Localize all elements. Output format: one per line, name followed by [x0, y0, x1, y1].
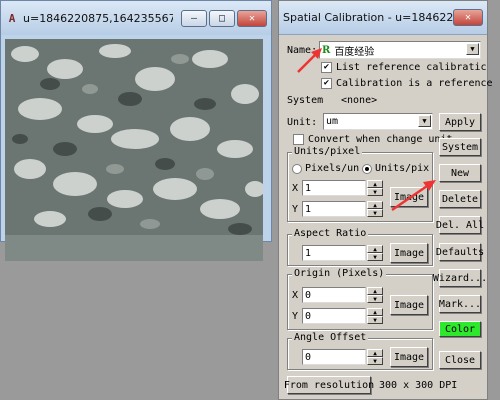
units-image-button[interactable]: Image	[390, 187, 428, 207]
convert-checkbox[interactable]	[293, 134, 304, 145]
origin-x-label: X	[292, 290, 299, 301]
dialog-title: Spatial Calibration - u=184622…	[283, 11, 453, 24]
units-per-pixel-radio[interactable]	[362, 163, 372, 174]
system-value: <none>	[341, 95, 378, 106]
angle-offset-group-title: Angle Offset	[292, 332, 369, 343]
calibration-reference-checkbox[interactable]: ✔	[321, 78, 332, 89]
angle-offset-input[interactable]: 0	[302, 349, 366, 365]
unit-value: um	[326, 116, 339, 127]
calibration-reference-label: Calibration is a reference	[336, 78, 493, 89]
delete-button[interactable]: Delete	[439, 190, 481, 208]
origin-y-label: Y	[292, 311, 299, 322]
name-value: 百度经验	[334, 46, 375, 58]
name-dropdown[interactable]: R 百度经验 ▼	[319, 41, 481, 59]
origin-group-title: Origin (Pixels)	[292, 268, 387, 279]
system-label: System	[287, 95, 324, 106]
image-window-title: u=1846220875,1642355671&f…	[23, 11, 173, 25]
x-label: X	[292, 183, 299, 194]
dialog-close-button[interactable]: ✕	[453, 9, 483, 26]
aspect-ratio-group: Aspect Ratio 1 ▲ ▼ Image	[287, 228, 433, 266]
origin-y-input[interactable]: 0	[302, 308, 366, 324]
aspect-ratio-stepper[interactable]: ▲ ▼	[367, 245, 383, 261]
app-icon: A	[8, 11, 16, 25]
x-scale-stepper[interactable]: ▲ ▼	[367, 180, 383, 196]
chevron-down-icon: ▼	[466, 43, 479, 55]
unit-label: Unit:	[287, 117, 318, 128]
micrograph-image[interactable]	[5, 39, 263, 261]
color-button[interactable]: Color	[439, 321, 481, 337]
dialog-titlebar[interactable]: Spatial Calibration - u=184622… ✕	[279, 1, 487, 35]
units-pixel-group-title: Units/pixel	[292, 146, 363, 157]
convert-label: Convert when change unit	[308, 134, 453, 145]
from-resolution-button[interactable]: From resolution	[284, 376, 374, 394]
r-logo-icon: R	[322, 44, 331, 56]
dpi-readout: 300 x 300 DPI	[379, 380, 458, 391]
angle-offset-stepper[interactable]: ▲ ▼	[367, 349, 383, 365]
list-reference-checkbox-row[interactable]: ✔ List reference calibratic	[321, 62, 487, 73]
close-button[interactable]: ✕	[237, 9, 267, 27]
micrograph-texture	[5, 39, 263, 235]
apply-button[interactable]: Apply	[439, 113, 481, 131]
defaults-button[interactable]: Defaults	[436, 243, 484, 261]
pixels-per-unit-label: Pixels/un	[305, 163, 360, 174]
close-dialog-button[interactable]: Close	[439, 351, 481, 369]
origin-x-stepper[interactable]: ▲ ▼	[367, 287, 383, 303]
aspect-ratio-group-title: Aspect Ratio	[292, 228, 369, 239]
image-window-titlebar[interactable]: A u=1846220875,1642355671&f… — □ ✕	[1, 1, 271, 35]
pixels-per-unit-radio-row[interactable]: Pixels/un	[292, 163, 359, 174]
calibration-reference-checkbox-row[interactable]: ✔ Calibration is a reference	[321, 78, 493, 89]
convert-checkbox-row[interactable]: Convert when change unit	[293, 134, 453, 145]
image-window: A u=1846220875,1642355671&f… — □ ✕	[0, 0, 272, 261]
spatial-calibration-dialog: Spatial Calibration - u=184622… ✕ Name: …	[278, 0, 493, 400]
aspect-image-button[interactable]: Image	[390, 243, 428, 263]
name-label: Name:	[287, 45, 318, 56]
units-per-pixel-label: Units/pix	[375, 163, 430, 174]
system-button[interactable]: System	[439, 138, 481, 156]
origin-y-stepper[interactable]: ▲ ▼	[367, 308, 383, 324]
y-scale-stepper[interactable]: ▲ ▼	[367, 201, 383, 217]
units-per-pixel-radio-row[interactable]: Units/pix	[362, 163, 429, 174]
aspect-ratio-input[interactable]: 1	[302, 245, 366, 261]
y-label: Y	[292, 204, 299, 215]
unit-dropdown[interactable]: um ▼	[323, 113, 433, 130]
chevron-down-icon: ▼	[418, 115, 431, 127]
minimize-button[interactable]: —	[181, 9, 207, 27]
units-pixel-group: Units/pixel Pixels/un Units/pix X 1 ▲ ▼ Y…	[287, 146, 433, 222]
mark-button[interactable]: Mark...	[439, 295, 481, 313]
wizard-button[interactable]: Wizard...	[433, 269, 487, 287]
origin-x-input[interactable]: 0	[302, 287, 366, 303]
list-reference-checkbox[interactable]: ✔	[321, 62, 332, 73]
origin-group: Origin (Pixels) X 0 ▲ ▼ Y 0 ▲ ▼ Image	[287, 268, 433, 330]
new-button[interactable]: New	[439, 164, 481, 182]
x-scale-input[interactable]: 1	[302, 180, 366, 196]
maximize-button[interactable]: □	[209, 9, 235, 27]
delete-all-button[interactable]: Del. All	[436, 216, 484, 234]
pixels-per-unit-radio[interactable]	[292, 163, 302, 174]
list-reference-label: List reference calibratic	[336, 62, 487, 73]
angle-image-button[interactable]: Image	[390, 347, 428, 367]
angle-offset-group: Angle Offset 0 ▲ ▼ Image	[287, 332, 433, 370]
y-scale-input[interactable]: 1	[302, 201, 366, 217]
origin-image-button[interactable]: Image	[390, 295, 428, 315]
